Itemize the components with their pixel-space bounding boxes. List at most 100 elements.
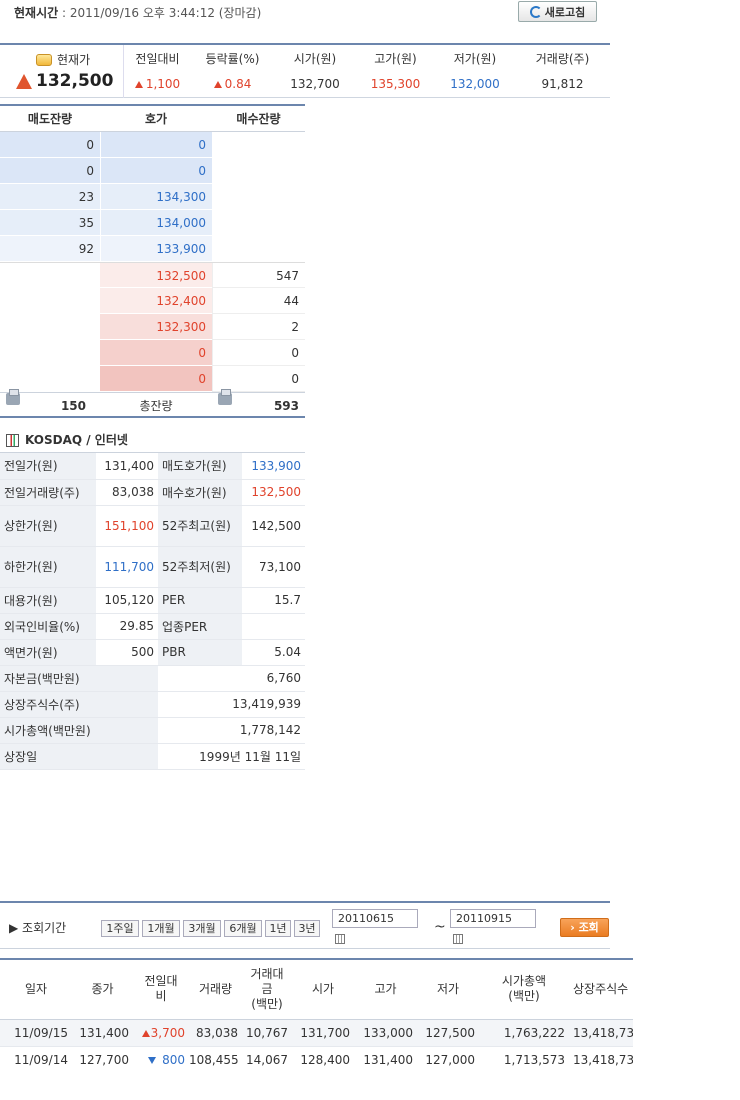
current-price-label-wrap: 현재가 bbox=[36, 51, 90, 68]
period-1month-button[interactable]: 1개월 bbox=[142, 920, 180, 937]
info-value: 132,500 bbox=[242, 479, 305, 506]
info-row: 액면가(원) 500 PBR 5.04 bbox=[0, 639, 305, 666]
info-key: 외국인비율(%) bbox=[0, 613, 96, 640]
history-table-wrap: 일자 종가 전일대 비 거래량 거래대 금 (백만) 시가 고가 저가 시가총액… bbox=[0, 958, 633, 1073]
current-price-box: 현재가 132,500 bbox=[0, 45, 124, 98]
to-date-input[interactable]: 20110915 bbox=[450, 909, 536, 928]
current-time-label: 현재시간 bbox=[14, 6, 59, 20]
info-value: 142,500 bbox=[242, 505, 305, 547]
period-6month-button[interactable]: 6개월 bbox=[224, 920, 262, 937]
info-key: 상장주식수(주) bbox=[0, 691, 158, 718]
col-amount: 거래대 금 (백만) bbox=[242, 958, 292, 1020]
buy-price: 132,500 bbox=[100, 263, 212, 288]
info-row: 상장일 1999년 11월 11일 bbox=[0, 743, 305, 770]
printer-icon[interactable] bbox=[6, 389, 20, 405]
info-table: 전일가(원) 131,400 매도호가(원) 133,900 전일거래량(주) 83,0… bbox=[0, 453, 305, 770]
current-price-value: 132,500 bbox=[36, 71, 114, 91]
change-text: 1,100 bbox=[145, 77, 181, 91]
info-key: 52주최저(원) bbox=[158, 546, 242, 588]
from-date-input[interactable]: 20110615 bbox=[332, 909, 418, 928]
buy-qty: 547 bbox=[212, 263, 305, 288]
stock-info: KOSDAQ / 인터넷 전일가(원) 131,400 매도호가(원) 133,900… bbox=[0, 428, 305, 770]
period-1year-button[interactable]: 1년 bbox=[265, 920, 291, 937]
market-title: KOSDAQ / 인터넷 bbox=[0, 428, 305, 453]
calendar-icon[interactable] bbox=[335, 934, 345, 944]
sell-row: 35 134,000 bbox=[0, 210, 305, 236]
coin-icon bbox=[36, 53, 52, 66]
info-value: 15.7 bbox=[242, 587, 305, 614]
history-header-row: 일자 종가 전일대 비 거래량 거래대 금 (백만) 시가 고가 저가 시가총액… bbox=[0, 958, 633, 1020]
info-key: 상장일 bbox=[0, 743, 158, 770]
col-change: 전일대 비 bbox=[133, 958, 189, 1020]
date-separator: ~ bbox=[434, 919, 446, 935]
buy-qty: 0 bbox=[212, 340, 305, 366]
open-header: 시가(원) bbox=[293, 52, 337, 66]
info-key: PBR bbox=[158, 639, 242, 666]
cell-marketcap: 1,713,573 bbox=[479, 1046, 569, 1073]
buy-qty: 44 bbox=[212, 288, 305, 314]
table-row: 11/09/14 127,700 800 108,455 14,067 128,… bbox=[0, 1046, 633, 1073]
price-header: 호가 bbox=[144, 112, 168, 126]
info-key: 하한가(원) bbox=[0, 546, 96, 588]
info-row: 전일가(원) 131,400 매도호가(원) 133,900 bbox=[0, 453, 305, 480]
info-value bbox=[242, 613, 305, 640]
info-value: 1999년 11월 11일 bbox=[158, 743, 305, 770]
buy-qty: 2 bbox=[212, 314, 305, 340]
info-key: 자본금(백만원) bbox=[0, 665, 158, 692]
period-3month-button[interactable]: 3개월 bbox=[183, 920, 221, 937]
info-key: 52주최고(원) bbox=[158, 505, 242, 547]
empty-cell bbox=[212, 158, 305, 184]
refresh-button[interactable]: 새로고침 bbox=[518, 1, 597, 22]
col-high: 고가 bbox=[354, 958, 417, 1020]
refresh-label: 새로고침 bbox=[544, 5, 586, 19]
info-value: 151,100 bbox=[96, 505, 158, 547]
printer-icon[interactable] bbox=[218, 389, 232, 405]
high-header: 고가(원) bbox=[374, 52, 417, 66]
current-time-value: 2011/09/16 오후 3:44:12 (장마감) bbox=[69, 6, 262, 20]
buy-price: 0 bbox=[100, 366, 212, 392]
period-3year-button[interactable]: 3년 bbox=[294, 920, 320, 937]
sell-qty: 92 bbox=[0, 236, 100, 262]
rate-header: 등락률(%) bbox=[205, 52, 260, 66]
col-date: 일자 bbox=[0, 958, 72, 1020]
col-close: 종가 bbox=[72, 958, 133, 1020]
sell-row: 00 bbox=[0, 132, 305, 158]
search-button[interactable]: › 조회 bbox=[560, 918, 609, 937]
buy-price: 0 bbox=[100, 340, 212, 366]
period-1week-button[interactable]: 1주일 bbox=[101, 920, 139, 937]
up-arrow-icon bbox=[134, 81, 143, 88]
col-volume: 거래량 bbox=[189, 958, 242, 1020]
table-row: 11/09/15 131,400 3,700 83,038 10,767 131… bbox=[0, 1019, 633, 1047]
cell-change: 3,700 bbox=[133, 1019, 189, 1047]
sell-row: 23 134,300 bbox=[0, 184, 305, 210]
sell-qty: 35 bbox=[0, 210, 100, 236]
buy-row: 132,400 44 bbox=[0, 288, 305, 314]
cell-volume: 108,455 bbox=[189, 1046, 242, 1073]
info-key: 대용가(원) bbox=[0, 587, 96, 614]
buy-qty-header: 매수잔량 bbox=[236, 112, 281, 126]
cell-high: 133,000 bbox=[354, 1019, 417, 1047]
info-key: PER bbox=[158, 587, 242, 614]
refresh-icon bbox=[529, 5, 542, 18]
buy-row: 00 bbox=[0, 366, 305, 392]
change-col: 전일대비 1,100 bbox=[124, 45, 191, 98]
info-row: 시가총액(백만원) 1,778,142 bbox=[0, 717, 305, 744]
total-sell: 150 bbox=[0, 389, 100, 416]
orderbook-header: 매도잔량 호가 매수잔량 bbox=[0, 106, 305, 132]
cell-change: 800 bbox=[133, 1046, 189, 1073]
calendar-icon[interactable] bbox=[453, 934, 463, 944]
current-price: 132,500 bbox=[16, 71, 113, 91]
info-row: 대용가(원) 105,120 PER 15.7 bbox=[0, 587, 305, 614]
info-value: 73,100 bbox=[242, 546, 305, 588]
cell-amount: 10,767 bbox=[242, 1019, 292, 1047]
cell-volume: 83,038 bbox=[189, 1019, 242, 1047]
cell-high: 131,400 bbox=[354, 1046, 417, 1073]
cell-shares: 13,418,739 bbox=[569, 1019, 633, 1047]
info-row: 하한가(원) 111,700 52주최저(원) 73,100 bbox=[0, 546, 305, 588]
rate-col: 등락률(%) 0.84 bbox=[191, 45, 274, 98]
buy-price: 132,400 bbox=[100, 288, 212, 314]
period-label: ▶ 조회기간 bbox=[9, 921, 67, 935]
info-key: 시가총액(백만원) bbox=[0, 717, 158, 744]
cell-change-value: 800 bbox=[162, 1052, 185, 1067]
total-label: 총잔량 bbox=[139, 399, 173, 413]
